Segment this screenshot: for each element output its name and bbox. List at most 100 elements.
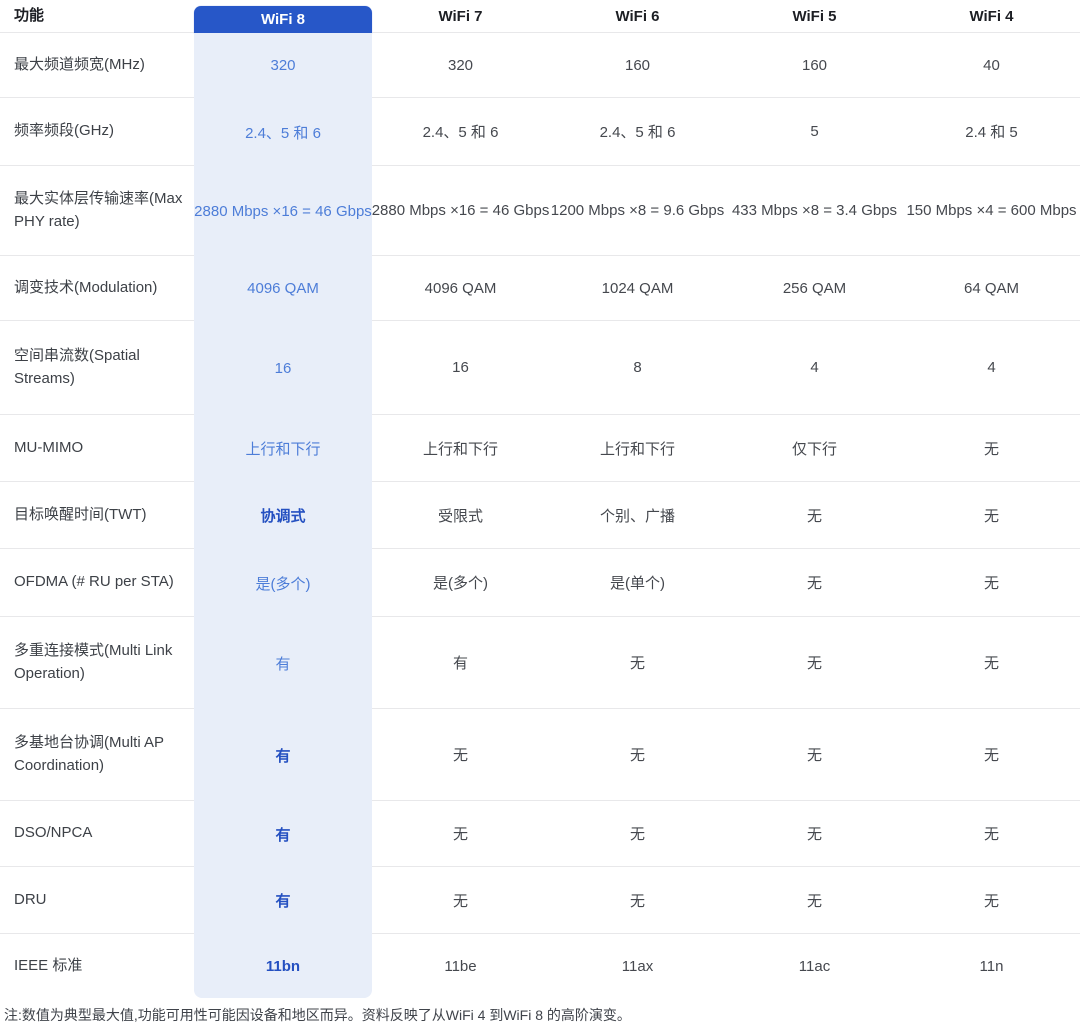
column-header-wifi5[interactable]: WiFi 5 bbox=[726, 0, 903, 33]
table-row: 目标唤醒时间(TWT) 协调式 受限式 个别、广播无无 bbox=[0, 482, 1080, 549]
table-row: MU-MIMO 上行和下行 上行和下行 上行和下行 仅下行无 bbox=[0, 415, 1080, 482]
cell-wifi4: 无 bbox=[903, 617, 1080, 709]
cell-wifi4: 无 bbox=[903, 709, 1080, 801]
table-row: 空间串流数(Spatial Streams) 16 16 8 4 4 bbox=[0, 321, 1080, 415]
cell-wifi7: 2.4、5 和 6 bbox=[372, 98, 549, 166]
cell-wifi8: 320 bbox=[194, 33, 372, 98]
cell-wifi4: 11n bbox=[979, 957, 1004, 975]
cell-wifi8: 协调式 bbox=[194, 482, 372, 549]
cell-wifi5: 无 bbox=[726, 617, 903, 709]
cell-wifi4: 无 bbox=[903, 867, 1080, 934]
cell-wifi4: 无 bbox=[903, 549, 1080, 617]
table-row: 最大实体层传输速率(Max PHY rate) 2880 Mbps ×16 = 4… bbox=[0, 166, 1080, 256]
row-label: MU-MIMO bbox=[0, 415, 194, 482]
cell-wifi7: 无 bbox=[372, 867, 549, 934]
header-row: 功能 WiFi 8 WiFi 7 WiFi 6 WiFi 5 WiFi 4 bbox=[0, 0, 1080, 33]
cell-wifi4: 40 bbox=[903, 33, 1080, 98]
cell-wifi4: 64 QAM bbox=[903, 256, 1080, 321]
cell-wifi7: 无 bbox=[372, 709, 549, 801]
cell-wifi8: 16 bbox=[194, 321, 372, 415]
cell-wifi5: 无 bbox=[726, 549, 903, 617]
table-row: IEEE 标准 11bn 11be 11ax 11ac 11n bbox=[0, 934, 1080, 998]
row-label: 多基地台协调(Multi AP Coordination) bbox=[0, 709, 194, 801]
wifi8-selected-pill[interactable]: WiFi 8 bbox=[194, 6, 372, 33]
feature-column-header: 功能 bbox=[0, 0, 194, 33]
row-label: 目标唤醒时间(TWT) bbox=[0, 482, 194, 549]
cell-wifi7: 上行和下行 bbox=[372, 415, 549, 482]
cell-wifi7: 2880 Mbps ×16 = 46 Gbps bbox=[372, 166, 549, 256]
cell-wifi6: 8 bbox=[549, 321, 726, 415]
cell-wifi5: 无 bbox=[726, 482, 903, 549]
table-row: 频率频段(GHz) 2.4、5 和 6 2.4、5 和 6 2.4、5 和 6 5 2.4… bbox=[0, 98, 1080, 166]
cell-wifi4: 无 bbox=[903, 415, 1080, 482]
cell-wifi8: 上行和下行 bbox=[194, 415, 372, 482]
column-header-wifi4[interactable]: WiFi 4 bbox=[903, 0, 1080, 33]
cell-wifi6: 11ax bbox=[621, 957, 654, 975]
cell-wifi5: 160 bbox=[726, 33, 903, 98]
cell-wifi7: 4096 QAM bbox=[372, 256, 549, 321]
cell-wifi4: 2.4 和 5 bbox=[903, 98, 1080, 166]
cell-wifi8: 有 bbox=[194, 617, 372, 709]
comparison-table: 功能 WiFi 8 WiFi 7 WiFi 6 WiFi 5 WiFi 4 最大… bbox=[0, 0, 1080, 998]
cell-wifi6: 上行和下行 bbox=[549, 415, 726, 482]
cell-wifi7: 11be bbox=[444, 957, 477, 975]
cell-wifi8: 是(多个) bbox=[194, 549, 372, 617]
cell-wifi5: 4 bbox=[726, 321, 903, 415]
column-header-wifi8[interactable]: WiFi 8 bbox=[194, 0, 372, 33]
cell-wifi8: 有 bbox=[194, 867, 372, 934]
table-row: 多重连接模式(Multi Link Operation) 有有无无无 bbox=[0, 617, 1080, 709]
cell-wifi6: 1200 Mbps ×8 = 9.6 Gbps bbox=[549, 166, 726, 256]
cell-wifi4: 4 bbox=[903, 321, 1080, 415]
column-header-wifi7[interactable]: WiFi 7 bbox=[372, 0, 549, 33]
cell-wifi7: 有 bbox=[372, 617, 549, 709]
table-row: 最大频道频宽(MHz) 320 320 160 160 40 bbox=[0, 33, 1080, 98]
row-label: 频率频段(GHz) bbox=[0, 98, 194, 166]
cell-wifi7: 受限式 bbox=[372, 482, 549, 549]
cell-wifi5: 无 bbox=[726, 867, 903, 934]
row-label: DSO/NPCA bbox=[0, 801, 194, 867]
cell-wifi4: 150 Mbps ×4 = 600 Mbps bbox=[903, 166, 1080, 256]
cell-wifi8: 2.4、5 和 6 bbox=[194, 98, 372, 166]
cell-wifi5: 无 bbox=[726, 709, 903, 801]
table-row: 多基地台协调(Multi AP Coordination) 有无无无无 bbox=[0, 709, 1080, 801]
cell-wifi4: 无 bbox=[903, 801, 1080, 867]
table-row: DSO/NPCA 有无无无无 bbox=[0, 801, 1080, 867]
table-row: OFDMA (# RU per STA) 是(多个) 是(多个) 是(单个) 无无 bbox=[0, 549, 1080, 617]
cell-wifi6: 个别、广播 bbox=[549, 482, 726, 549]
cell-wifi5: 433 Mbps ×8 = 3.4 Gbps bbox=[726, 166, 903, 256]
cell-wifi6: 无 bbox=[549, 709, 726, 801]
column-header-wifi6[interactable]: WiFi 6 bbox=[549, 0, 726, 33]
cell-wifi8: 有 bbox=[194, 709, 372, 801]
cell-wifi6: 无 bbox=[549, 867, 726, 934]
cell-wifi8: 2880 Mbps ×16 = 46 Gbps bbox=[194, 166, 372, 256]
table-row: DRU 有无无无无 bbox=[0, 867, 1080, 934]
row-label: 空间串流数(Spatial Streams) bbox=[0, 321, 194, 415]
row-label: IEEE 标准 bbox=[14, 956, 83, 974]
row-label: 多重连接模式(Multi Link Operation) bbox=[0, 617, 194, 709]
cell-wifi7: 是(多个) bbox=[372, 549, 549, 617]
row-label: 最大频道频宽(MHz) bbox=[0, 33, 194, 98]
cell-wifi7: 无 bbox=[372, 801, 549, 867]
cell-wifi8: 有 bbox=[194, 801, 372, 867]
cell-wifi6: 无 bbox=[549, 801, 726, 867]
cell-wifi8: 4096 QAM bbox=[194, 256, 372, 321]
cell-wifi5: 256 QAM bbox=[726, 256, 903, 321]
wifi-generation-comparison: 功能 WiFi 8 WiFi 7 WiFi 6 WiFi 5 WiFi 4 最大… bbox=[0, 0, 1080, 1029]
row-label: 调变技术(Modulation) bbox=[0, 256, 194, 321]
cell-wifi4: 无 bbox=[903, 482, 1080, 549]
cell-wifi6: 160 bbox=[549, 33, 726, 98]
row-label: 最大实体层传输速率(Max PHY rate) bbox=[0, 166, 194, 256]
table-row: 调变技术(Modulation) 4096 QAM 4096 QAM 1024 QAM… bbox=[0, 256, 1080, 321]
cell-wifi5: 仅下行 bbox=[726, 415, 903, 482]
cell-wifi5: 无 bbox=[726, 801, 903, 867]
table-body: 最大频道频宽(MHz) 320 320 160 160 40 频率频段(GHz) 2.4、5 … bbox=[0, 33, 1080, 998]
cell-wifi6: 1024 QAM bbox=[549, 256, 726, 321]
cell-wifi5: 11ac bbox=[798, 957, 831, 975]
cell-wifi7: 16 bbox=[372, 321, 549, 415]
cell-wifi6: 无 bbox=[549, 617, 726, 709]
cell-wifi7: 320 bbox=[372, 33, 549, 98]
footnote: 注:数值为典型最大值,功能可用性可能因设备和地区而异。资料反映了从WiFi 4 … bbox=[4, 1007, 631, 1023]
cell-wifi6: 2.4、5 和 6 bbox=[549, 98, 726, 166]
cell-wifi5: 5 bbox=[726, 98, 903, 166]
cell-wifi6: 是(单个) bbox=[549, 549, 726, 617]
